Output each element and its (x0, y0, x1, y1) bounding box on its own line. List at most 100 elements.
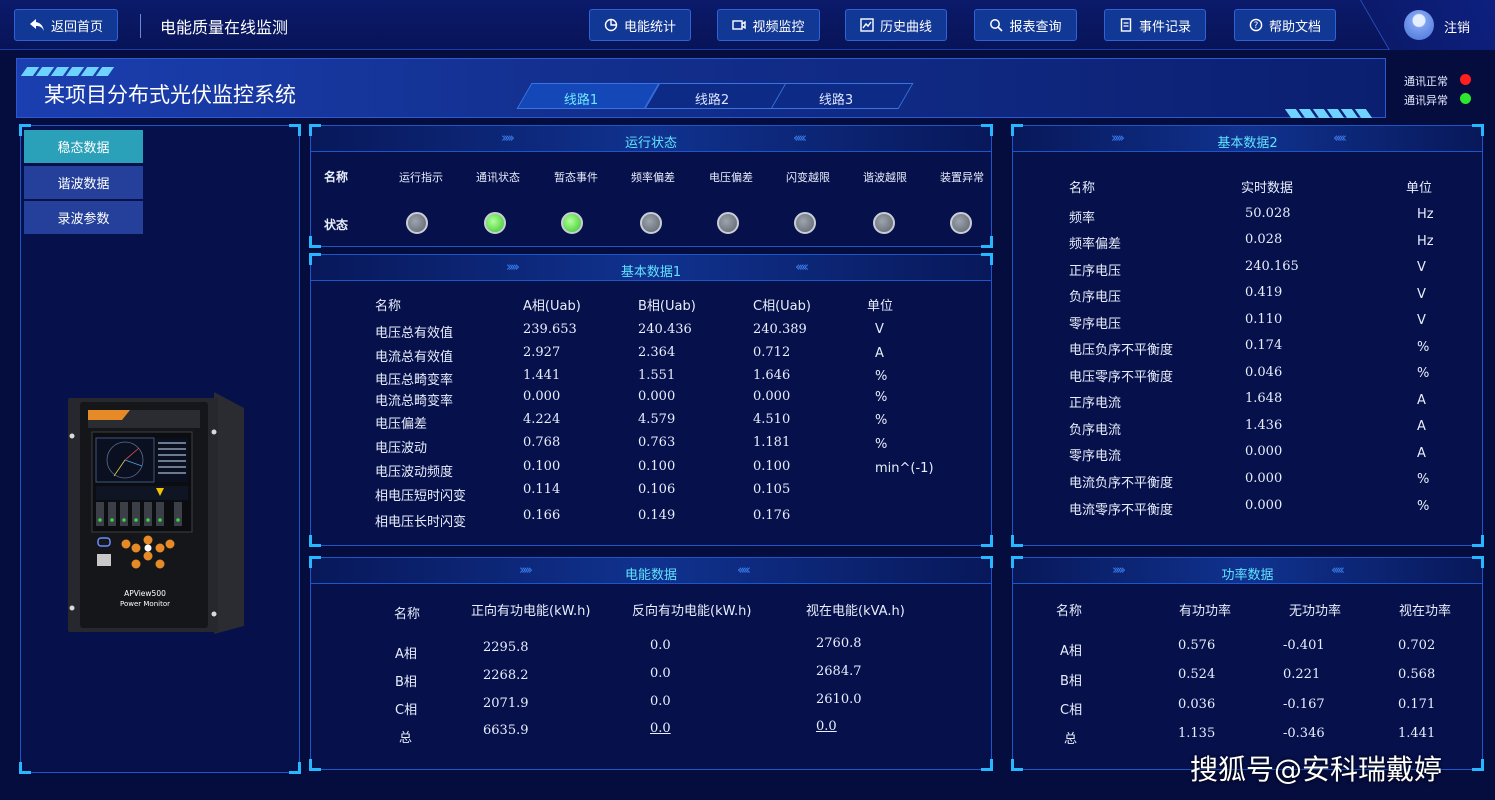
unit-cell: % (1417, 340, 1430, 355)
line-chart-icon (860, 18, 874, 32)
value-cell: 0.176 (753, 508, 791, 523)
panel-title: 功率数据 (1221, 568, 1274, 583)
unit-cell: V (1417, 313, 1426, 328)
nav-label: 报表查询 (1009, 19, 1062, 35)
value-cell: 0.568 (1398, 667, 1436, 682)
nav-energy-stats-button[interactable]: 电能统计 (589, 9, 691, 41)
column-header: 单位 (1406, 181, 1433, 196)
value-cell: 0.763 (638, 435, 676, 450)
column-header: A相(Uab) (523, 299, 581, 314)
nav-label: 事件记录 (1138, 19, 1191, 35)
unit-cell: A (1417, 419, 1426, 434)
status-led-icon (406, 212, 428, 234)
tab-line-1[interactable]: 线路1 (517, 89, 645, 108)
row-name: B相 (1060, 674, 1082, 689)
value-cell: 0.702 (1398, 638, 1436, 653)
value-cell: 2610.0 (816, 692, 862, 707)
unit-cell: % (1417, 472, 1430, 487)
status-item-label: 谐波越限 (863, 171, 907, 184)
document-icon (1120, 18, 1132, 32)
corner-decoration (1472, 535, 1484, 547)
panel-title: 基本数据1 (620, 265, 682, 280)
device-model-label: APView500 (124, 589, 166, 598)
row-label-status: 状态 (324, 218, 349, 232)
nav-report-query-button[interactable]: 报表查询 (974, 9, 1077, 41)
corner-decoration (289, 124, 301, 136)
row-name: 电流总畸变率 (375, 394, 454, 409)
row-name: 电压总畸变率 (375, 373, 454, 388)
nav-event-log-button[interactable]: 事件记录 (1104, 9, 1206, 41)
value-cell: 2071.9 (483, 696, 529, 711)
value-cell: 6635.9 (483, 723, 529, 738)
unit-cell: A (1417, 446, 1426, 461)
help-icon: ? (1249, 18, 1263, 32)
corner-decoration (1472, 759, 1484, 771)
unit-cell: min^(-1) (875, 461, 934, 476)
tab-line-2[interactable]: 线路2 (648, 89, 776, 108)
row-name: 电压偏差 (375, 417, 428, 432)
value-cell: 240.436 (638, 322, 692, 337)
nav-help-docs-button[interactable]: ? 帮助文档 (1234, 9, 1336, 41)
status-item-label: 电压偏差 (709, 171, 753, 184)
project-title: 某项目分布式光伏监控系统 (44, 83, 296, 107)
unit-cell: V (1417, 287, 1426, 302)
row-name: C相 (1060, 703, 1083, 718)
value-cell: 0.100 (638, 459, 676, 474)
value-cell: 0.036 (1178, 697, 1216, 712)
user-avatar-icon[interactable] (1404, 10, 1434, 40)
back-home-button[interactable]: 返回首页 (14, 9, 118, 41)
unit-cell: % (875, 437, 888, 452)
sidebar-item-steady-data[interactable]: 稳态数据 (24, 130, 143, 163)
back-arrow-icon (29, 19, 44, 31)
sidebar-item-recording-params[interactable]: 录波参数 (24, 201, 143, 234)
value-cell: 0.100 (753, 459, 791, 474)
legend-label: 通讯异常 (1404, 94, 1448, 107)
value-cell: 1.648 (1245, 391, 1283, 406)
sidebar-item-harmonic-data[interactable]: 谐波数据 (24, 166, 143, 199)
value-cell: 240.389 (753, 322, 807, 337)
status-item-label: 频率偏差 (631, 171, 675, 184)
row-name: A相 (1060, 644, 1082, 659)
value-cell: -0.401 (1283, 638, 1325, 653)
row-name: 频率 (1069, 211, 1096, 226)
value-cell: 50.028 (1245, 206, 1291, 221)
corner-decoration (309, 759, 321, 771)
value-cell: 0.0 (816, 719, 837, 734)
header-stripes-decoration (20, 61, 115, 80)
nav-label: 历史曲线 (879, 19, 932, 35)
value-cell: 1.441 (1398, 726, 1436, 741)
status-led-icon (640, 212, 662, 234)
legend-comm-normal: 通讯正常 (1404, 73, 1448, 89)
red-status-dot-icon (1460, 74, 1471, 85)
status-led-icon (561, 212, 583, 234)
value-cell: 0.046 (1245, 365, 1283, 380)
status-item-label: 运行指示 (399, 171, 443, 184)
column-header: C相(Uab) (753, 299, 811, 314)
nav-history-curve-button[interactable]: 历史曲线 (845, 9, 947, 41)
corner-decoration (289, 762, 301, 774)
row-name: 电压零序不平衡度 (1069, 370, 1174, 385)
row-name: B相 (395, 675, 417, 690)
value-cell: 0.524 (1178, 667, 1216, 682)
tab-line-3[interactable]: 线路3 (772, 89, 900, 108)
video-camera-icon (732, 20, 747, 30)
app-title: 电能质量在线监测 (160, 18, 289, 37)
unit-cell: % (875, 369, 888, 384)
corner-decoration (309, 124, 321, 136)
device-subtitle-label: Power Monitor (120, 600, 170, 608)
value-cell: 2.927 (523, 345, 561, 360)
unit-cell: V (1417, 260, 1426, 275)
svg-text:?: ? (1254, 21, 1259, 31)
device-image: APView500 Power Monitor (64, 388, 246, 636)
row-name: 正序电流 (1069, 396, 1122, 411)
value-cell: 0.174 (1245, 338, 1283, 353)
value-cell: 0.768 (523, 435, 561, 450)
corner-decoration (981, 535, 993, 547)
nav-label: 帮助文档 (1268, 19, 1321, 35)
logout-button[interactable]: 注销 (1444, 17, 1470, 36)
corner-decoration (19, 762, 31, 774)
value-cell: 240.165 (1245, 259, 1299, 274)
search-icon (990, 19, 1004, 32)
nav-video-monitor-button[interactable]: 视频监控 (717, 9, 820, 41)
value-cell: 4.510 (753, 412, 791, 427)
